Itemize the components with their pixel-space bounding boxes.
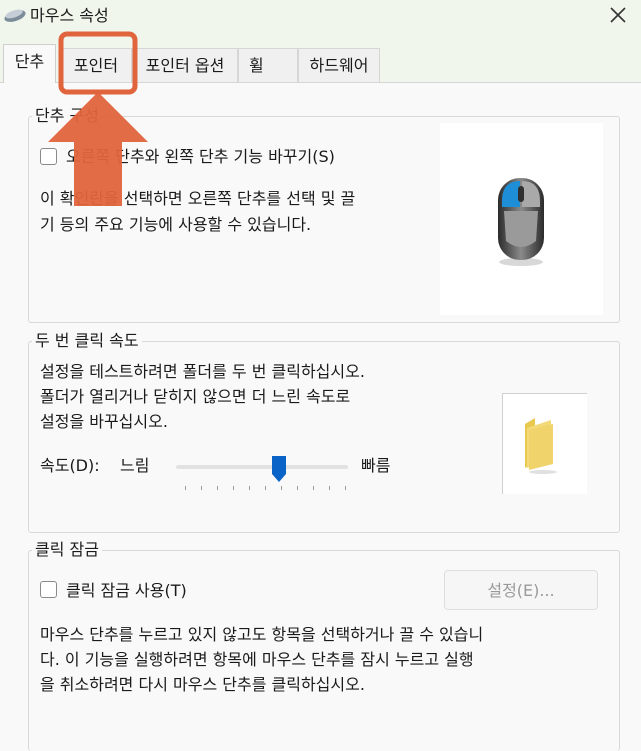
tab-wheel[interactable]: 휠 bbox=[238, 48, 298, 82]
switch-buttons-checkbox[interactable] bbox=[40, 148, 57, 165]
button-config-legend: 단추 구성 bbox=[32, 106, 102, 126]
window-title: 마우스 속성 bbox=[30, 6, 109, 25]
slider-tick bbox=[313, 486, 314, 490]
mouse-icon bbox=[3, 3, 27, 29]
speed-label: 속도(D): bbox=[40, 456, 100, 475]
tab-strip: 단추 포인터 포인터 옵션 휠 하드웨어 bbox=[0, 32, 641, 83]
close-icon bbox=[610, 7, 626, 23]
mouse-illustration-icon bbox=[498, 178, 544, 266]
click-lock-label[interactable]: 클릭 잠금 사용(T) bbox=[66, 578, 187, 604]
click-lock-description-3: 을 취소하려면 다시 마우스 단추를 클릭하십시오. bbox=[40, 675, 365, 694]
speed-slider-thumb[interactable] bbox=[271, 455, 287, 487]
click-lock-legend: 클릭 잠금 bbox=[32, 540, 102, 560]
slider-tick bbox=[233, 486, 234, 490]
double-click-description: 설정을 테스트하려면 폴더를 두 번 클릭하십시오. bbox=[40, 362, 365, 381]
test-folder-area[interactable] bbox=[502, 393, 587, 494]
speed-slider-track[interactable] bbox=[176, 465, 348, 469]
tab-pointer-options[interactable]: 포인터 옵션 bbox=[132, 48, 238, 82]
mouse-preview bbox=[440, 123, 603, 315]
slider-tick bbox=[249, 486, 250, 490]
fast-label: 빠름 bbox=[361, 456, 391, 475]
slider-tick bbox=[297, 486, 298, 490]
slider-tick bbox=[345, 486, 346, 490]
slow-label: 느림 bbox=[120, 456, 150, 475]
click-lock-checkbox[interactable] bbox=[40, 581, 57, 598]
click-lock-description-2: 다. 이 기능을 실행하려면 항목에 마우스 단추를 잠시 누르고 실행 bbox=[40, 650, 474, 669]
slider-tick bbox=[185, 486, 186, 490]
slider-tick bbox=[217, 486, 218, 490]
double-click-description-3: 설정을 바꾸십시오. bbox=[40, 412, 168, 431]
double-click-description-2: 폴더가 열리거나 닫히지 않으면 더 느린 속도로 bbox=[40, 387, 351, 406]
close-button[interactable] bbox=[595, 0, 641, 32]
tab-hardware[interactable]: 하드웨어 bbox=[298, 48, 380, 82]
slider-tick bbox=[201, 486, 202, 490]
click-lock-description: 마우스 단추를 누르고 있지 않고도 항목을 선택하거나 끌 수 있습니 bbox=[40, 625, 484, 644]
slider-tick bbox=[329, 486, 330, 490]
slider-tick bbox=[281, 486, 282, 490]
slider-tick bbox=[265, 486, 266, 490]
double-click-legend: 두 번 클릭 속도 bbox=[32, 331, 142, 351]
button-config-description: 이 확인란을 선택하면 오른쪽 단추를 선택 및 끌 bbox=[40, 189, 356, 208]
tab-buttons[interactable]: 단추 bbox=[3, 44, 56, 83]
button-config-description-2: 기 등의 주요 기능에 사용할 수 있습니다. bbox=[40, 215, 312, 234]
folder-icon bbox=[525, 418, 557, 474]
tab-pointers[interactable]: 포인터 bbox=[60, 48, 132, 82]
title-bar: 마우스 속성 bbox=[0, 0, 641, 32]
click-lock-settings-button: 설정(E)... bbox=[444, 570, 598, 610]
switch-buttons-label[interactable]: 오른쪽 단추와 왼쪽 단추 기능 바꾸기(S) bbox=[66, 144, 335, 170]
